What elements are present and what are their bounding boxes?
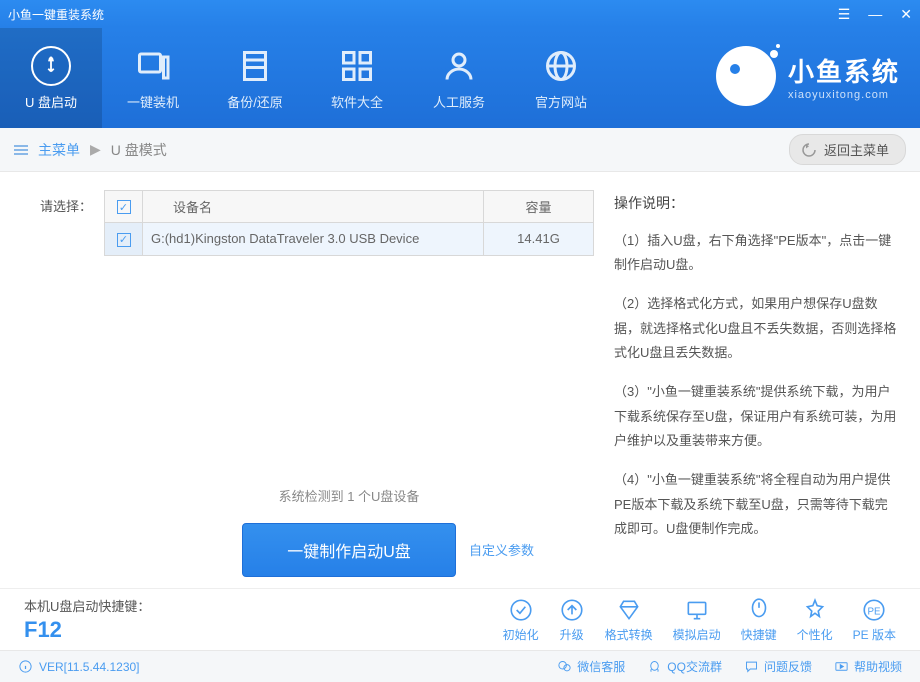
back-arrow-icon bbox=[800, 141, 818, 159]
brand-logo-icon bbox=[716, 46, 776, 106]
detection-status: 系统检测到 1 个U盘设备 bbox=[104, 486, 594, 505]
bottom-bar: 本机U盘启动快捷键： F12 初始化 升级 格式转换 模拟启动 快捷键 个性化 … bbox=[0, 588, 920, 650]
instruction-step: （2）选择格式化方式，如果用户想保存U盘数据，就选择格式化U盘且不丢失数据，否则… bbox=[614, 292, 900, 366]
breadcrumb-bar: 主菜单 ▶ U 盘模式 返回主菜单 bbox=[0, 128, 920, 172]
footer: VER[11.5.44.1230] 微信客服 QQ交流群 问题反馈 帮助视频 bbox=[0, 650, 920, 682]
footer-wechat[interactable]: 微信客服 bbox=[557, 658, 625, 675]
tool-simulate-boot[interactable]: 模拟启动 bbox=[673, 597, 721, 643]
window-controls: ☰ — ✕ bbox=[838, 6, 912, 23]
instruction-step: （1）插入U盘，右下角选择"PE版本"，点击一键制作启动U盘。 bbox=[614, 229, 900, 278]
nav-label: 软件大全 bbox=[331, 92, 383, 111]
custom-params-link[interactable]: 自定义参数 bbox=[469, 540, 534, 559]
tool-format-convert[interactable]: 格式转换 bbox=[605, 597, 653, 643]
col-name: 设备名 bbox=[143, 191, 484, 223]
tool-label: 模拟启动 bbox=[673, 626, 721, 643]
tool-label: 快捷键 bbox=[741, 626, 777, 643]
device-capacity: 14.41G bbox=[484, 223, 594, 256]
breadcrumb: 主菜单 ▶ U 盘模式 bbox=[14, 140, 167, 160]
hotkey-info: 本机U盘启动快捷键： F12 bbox=[24, 596, 150, 643]
nav-label: 人工服务 bbox=[433, 92, 485, 111]
usb-icon bbox=[31, 46, 71, 86]
footer-label: QQ交流群 bbox=[667, 658, 722, 675]
instruction-step: （4）"小鱼一键重装系统"将全程自动为用户提供PE版本下载及系统下载至U盘，只需… bbox=[614, 468, 900, 542]
tool-pe-version[interactable]: PE PE 版本 bbox=[853, 597, 896, 643]
nav-software[interactable]: 软件大全 bbox=[306, 28, 408, 128]
titlebar: 小鱼一键重装系统 ☰ — ✕ bbox=[0, 0, 920, 28]
brand-title: 小鱼系统 bbox=[788, 52, 900, 89]
nav-support[interactable]: 人工服务 bbox=[408, 28, 510, 128]
instruction-step: （3）"小鱼一键重装系统"提供系统下载，为用户下载系统保存至U盘，保证用户有系统… bbox=[614, 380, 900, 454]
version-info[interactable]: VER[11.5.44.1230] bbox=[18, 659, 140, 674]
footer-qq[interactable]: QQ交流群 bbox=[647, 658, 722, 675]
globe-icon bbox=[541, 46, 581, 86]
hotkey-label: 本机U盘启动快捷键： bbox=[24, 599, 150, 614]
footer-label: 问题反馈 bbox=[764, 658, 812, 675]
back-button-label: 返回主菜单 bbox=[824, 140, 889, 159]
breadcrumb-main[interactable]: 主菜单 bbox=[38, 140, 80, 160]
tool-hotkey[interactable]: 快捷键 bbox=[741, 597, 777, 643]
instructions-title: 操作说明： bbox=[614, 190, 900, 217]
tool-upgrade[interactable]: 升级 bbox=[559, 597, 585, 643]
nav-usb-boot[interactable]: U 盘启动 bbox=[0, 28, 102, 128]
nav-label: U 盘启动 bbox=[25, 92, 77, 111]
close-icon[interactable]: ✕ bbox=[900, 6, 912, 23]
main-content: 请选择： ✓ 设备名 容量 ✓ G:(hd1)Kingston DataTrav… bbox=[0, 172, 920, 588]
tool-init[interactable]: 初始化 bbox=[503, 597, 539, 643]
device-panel: 请选择： ✓ 设备名 容量 ✓ G:(hd1)Kingston DataTrav… bbox=[24, 190, 594, 578]
nav-oneclick-install[interactable]: 一键装机 bbox=[102, 28, 204, 128]
menu-icon[interactable]: ☰ bbox=[838, 6, 851, 23]
nav-label: 官方网站 bbox=[535, 92, 587, 111]
brand-subtitle: xiaoyuxitong.com bbox=[788, 89, 900, 101]
nav-website[interactable]: 官方网站 bbox=[510, 28, 612, 128]
minimize-icon[interactable]: — bbox=[868, 6, 882, 23]
hotkey-key: F12 bbox=[24, 617, 150, 643]
nav-label: 一键装机 bbox=[127, 92, 179, 111]
col-checkbox[interactable]: ✓ bbox=[105, 191, 143, 223]
grid-icon bbox=[337, 46, 377, 86]
svg-text:PE: PE bbox=[868, 606, 882, 617]
tool-label: PE 版本 bbox=[853, 626, 896, 643]
footer-label: 帮助视频 bbox=[854, 658, 902, 675]
tool-label: 格式转换 bbox=[605, 626, 653, 643]
header-nav: U 盘启动 一键装机 备份/还原 软件大全 人工服务 官方网站 小鱼系统 xia… bbox=[0, 28, 920, 128]
brand: 小鱼系统 xiaoyuxitong.com bbox=[716, 46, 900, 106]
version-text: VER[11.5.44.1230] bbox=[39, 660, 140, 674]
breadcrumb-current: U 盘模式 bbox=[111, 140, 167, 160]
tool-label: 初始化 bbox=[503, 626, 539, 643]
chevron-right-icon: ▶ bbox=[90, 141, 101, 158]
make-usb-button[interactable]: 一键制作启动U盘 bbox=[242, 523, 456, 577]
select-label: 请选择： bbox=[24, 190, 92, 215]
info-icon bbox=[18, 659, 33, 674]
footer-help-video[interactable]: 帮助视频 bbox=[834, 658, 902, 675]
back-button[interactable]: 返回主菜单 bbox=[789, 134, 906, 165]
server-icon bbox=[235, 46, 275, 86]
monitor-icon bbox=[133, 46, 173, 86]
tool-label: 升级 bbox=[560, 626, 584, 643]
person-icon bbox=[439, 46, 479, 86]
instructions-panel: 操作说明： （1）插入U盘，右下角选择"PE版本"，点击一键制作启动U盘。 （2… bbox=[614, 190, 900, 578]
app-title: 小鱼一键重装系统 bbox=[8, 6, 104, 23]
footer-label: 微信客服 bbox=[577, 658, 625, 675]
col-capacity: 容量 bbox=[484, 191, 594, 223]
list-icon bbox=[14, 145, 28, 155]
device-name: G:(hd1)Kingston DataTraveler 3.0 USB Dev… bbox=[143, 223, 484, 256]
table-row[interactable]: ✓ G:(hd1)Kingston DataTraveler 3.0 USB D… bbox=[105, 223, 594, 256]
device-table: ✓ 设备名 容量 ✓ G:(hd1)Kingston DataTraveler … bbox=[104, 190, 594, 256]
nav-label: 备份/还原 bbox=[227, 92, 283, 111]
nav-backup-restore[interactable]: 备份/还原 bbox=[204, 28, 306, 128]
footer-feedback[interactable]: 问题反馈 bbox=[744, 658, 812, 675]
tool-personalize[interactable]: 个性化 bbox=[797, 597, 833, 643]
tools-row: 初始化 升级 格式转换 模拟启动 快捷键 个性化 PE PE 版本 bbox=[503, 597, 896, 643]
tool-label: 个性化 bbox=[797, 626, 833, 643]
row-checkbox[interactable]: ✓ bbox=[117, 233, 131, 247]
